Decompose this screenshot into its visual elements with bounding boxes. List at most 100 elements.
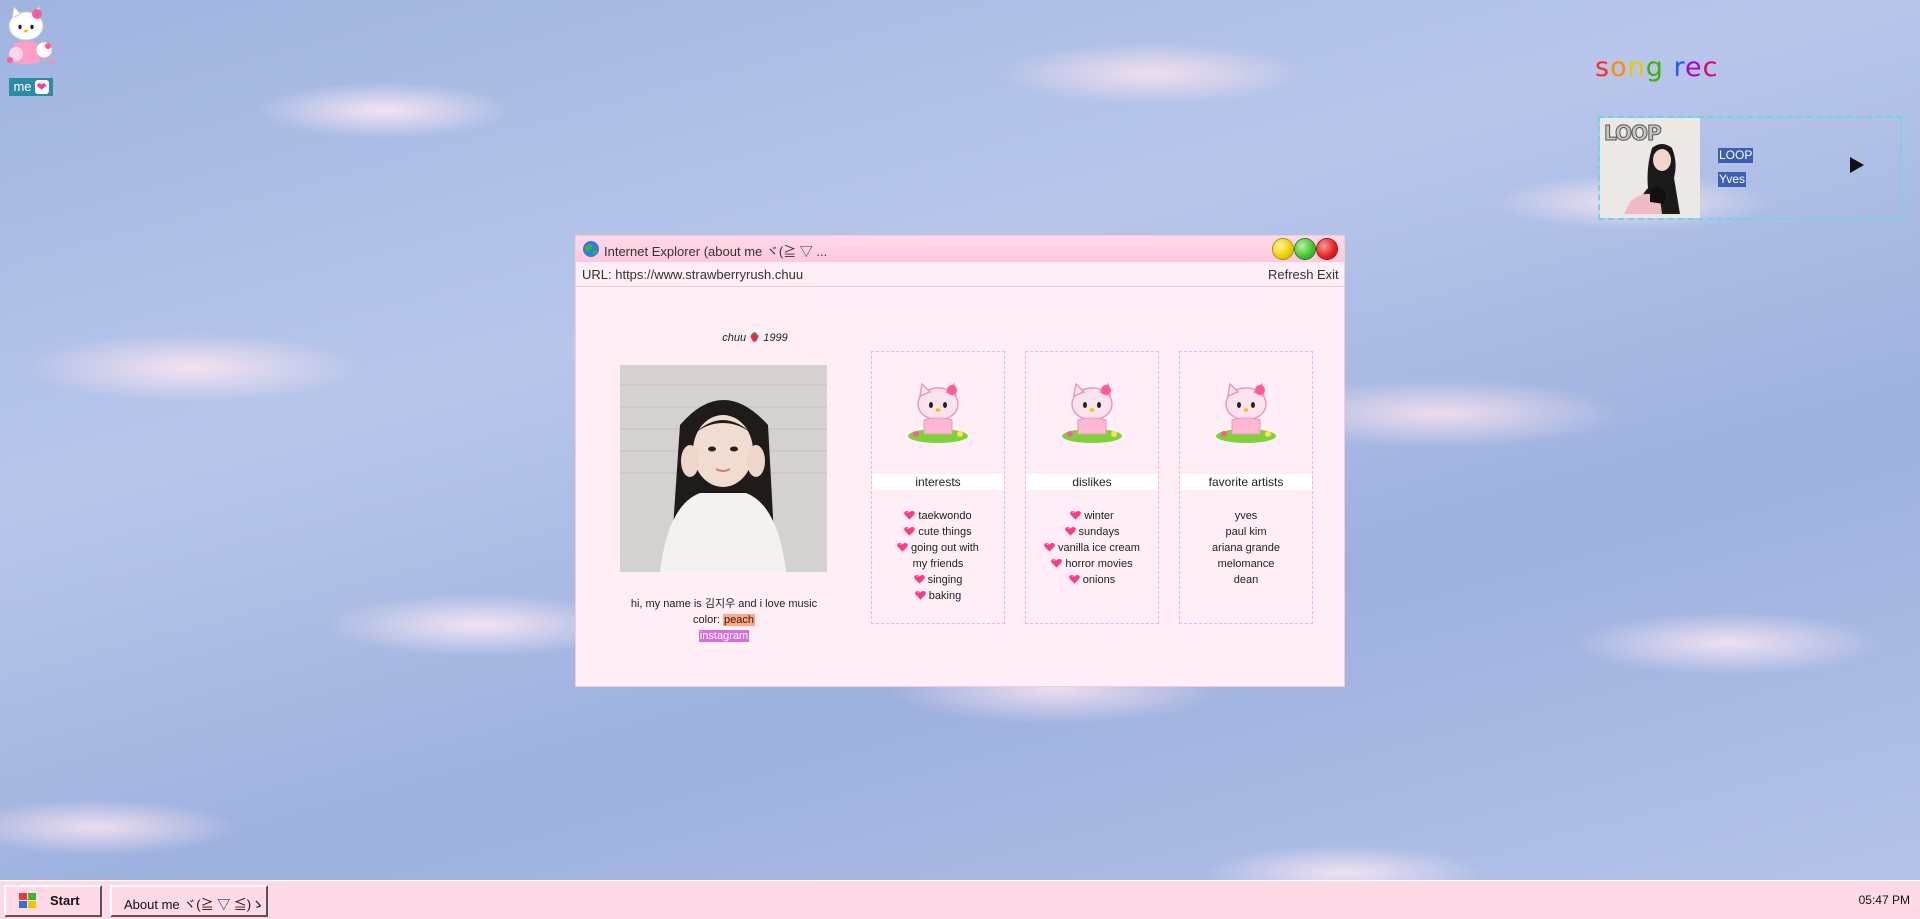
profile-name: chuu 1999 [690, 331, 820, 344]
taskbar: Start About me ヾ(≧ ▽ ≦)ゝ 05:47 PM [0, 880, 1920, 919]
list-item: sundays [1026, 524, 1158, 540]
song-rec-title-letter: r [1673, 52, 1685, 83]
list-item: horror movies [1026, 556, 1158, 572]
list-item-text: singing [927, 574, 963, 586]
color-value: peach [722, 614, 755, 626]
song-rec-title-letter: g [1645, 52, 1664, 83]
heart-icon [913, 574, 925, 584]
song-rec-title-letter: o [1610, 52, 1628, 83]
song-player: LOOP LOOP Yves [1598, 116, 1902, 220]
url-label: URL: https://www.strawberryrush.chuu [582, 267, 804, 282]
profile-name-text: chuu [722, 332, 747, 344]
favorite-artists-list: yves paul kim ariana grande melomance dean [1180, 508, 1312, 588]
url-bar: URL: https://www.strawberryrush.chuu Ref… [576, 262, 1344, 287]
list-item: yves [1180, 508, 1312, 524]
hello-kitty-icon [908, 382, 968, 443]
list-item-text: my friends [912, 558, 964, 570]
list-item-text: cute things [918, 526, 972, 538]
taskbar-item-label: About me ヾ(≧ ▽ ≦)ゝ [124, 897, 265, 912]
dislikes-card: dislikes winter sundays vanilla ice cream h… [1025, 351, 1159, 624]
windows-logo-icon [19, 893, 36, 908]
song-rec-title-letter: c [1702, 52, 1719, 83]
desktop-icon-label: me ❤ [9, 78, 53, 96]
favorite-color: color: peach [604, 612, 844, 628]
list-item-text: baking [928, 590, 962, 602]
heart-icon: ❤ [34, 80, 49, 94]
dislikes-list: winter sundays vanilla ice cream horror mov… [1026, 508, 1158, 588]
hello-kitty-icon [1216, 382, 1276, 443]
heart-icon [1064, 526, 1076, 536]
song-rec-title: song rec [1595, 52, 1718, 83]
list-item-text: sundays [1078, 526, 1120, 538]
profile-year: 1999 [763, 332, 788, 344]
heart-icon [1051, 558, 1063, 568]
profile-photo [620, 365, 827, 572]
list-item: ariana grande [1180, 540, 1312, 556]
song-rec-title-letter: s [1595, 52, 1611, 83]
list-item-text: yves [1234, 510, 1258, 522]
list-item: vanilla ice cream [1026, 540, 1158, 556]
list-item: going out with [872, 540, 1004, 556]
play-icon[interactable] [1846, 155, 1866, 175]
hello-kitty-icon [1062, 382, 1122, 443]
color-label: color: [693, 614, 723, 626]
list-item: baking [872, 588, 1004, 604]
list-item-text: onions [1082, 574, 1116, 586]
list-item-text: melomance [1217, 558, 1275, 570]
card-heading: favorite artists [1180, 474, 1312, 490]
maximize-button[interactable] [1295, 239, 1315, 259]
interests-list: taekwondo cute things going out with my fri… [872, 508, 1004, 604]
instagram-link[interactable]: instagram [698, 630, 750, 642]
song-name: LOOP [1718, 148, 1754, 163]
list-item-text: vanilla ice cream [1058, 542, 1140, 554]
strawberry-icon [750, 331, 759, 342]
heart-icon [1044, 542, 1055, 552]
internet-explorer-icon [583, 241, 599, 257]
list-item-text: dean [1233, 574, 1259, 586]
refresh-link[interactable]: Refresh [1268, 267, 1314, 282]
list-item: singing [872, 572, 1004, 588]
clock: 05:47 PM [1858, 893, 1910, 907]
heart-icon [914, 590, 926, 600]
heart-icon [904, 526, 916, 536]
profile-bio: hi, my name is 김지우 and i love music colo… [604, 596, 844, 644]
list-item-text: horror movies [1065, 558, 1133, 570]
list-item: onions [1026, 572, 1158, 588]
window-titlebar[interactable]: Internet Explorer (about me ヾ(≧ ▽ ... [576, 236, 1344, 262]
favorite-artists-card: favorite artists yves paul kim ariana gran… [1179, 351, 1313, 624]
list-item: taekwondo [872, 508, 1004, 524]
window-title: Internet Explorer (about me ヾ(≧ ▽ ... [604, 244, 828, 259]
heart-icon [904, 510, 916, 520]
list-item: cute things [872, 524, 1004, 540]
card-heading: interests [872, 474, 1004, 490]
song-artist: Yves [1718, 172, 1747, 187]
start-button[interactable]: Start [4, 885, 102, 917]
heart-icon [1068, 574, 1080, 584]
heart-icon [1070, 510, 1082, 520]
close-button[interactable] [1317, 239, 1337, 259]
card-heading: dislikes [1026, 474, 1158, 490]
hello-kitty-icon [7, 5, 55, 65]
exit-link[interactable]: Exit [1317, 267, 1339, 282]
start-label: Start [50, 893, 80, 908]
profile-photo-image [620, 365, 827, 572]
song-rec-title-letter: n [1627, 52, 1646, 83]
list-item-text: paul kim [1225, 526, 1267, 538]
album-cover: LOOP [1600, 118, 1700, 218]
list-item-text: going out with [911, 542, 979, 554]
list-item: dean [1180, 572, 1312, 588]
list-item: winter [1026, 508, 1158, 524]
list-item-text: taekwondo [918, 510, 972, 522]
song-rec-title-letter: e [1684, 52, 1703, 83]
bio-line: hi, my name is 김지우 and i love music [630, 598, 818, 610]
interests-card: interests taekwondo cute things going out … [871, 351, 1005, 624]
list-item: melomance [1180, 556, 1312, 572]
list-item: my friends [872, 556, 1004, 572]
about-me-window: Internet Explorer (about me ヾ(≧ ▽ ... UR… [576, 236, 1344, 686]
list-item: paul kim [1180, 524, 1312, 540]
taskbar-item-about-me[interactable]: About me ヾ(≧ ▽ ≦)ゝ [110, 885, 268, 917]
desktop-icon-me[interactable]: me ❤ [4, 4, 58, 96]
desktop-icon-label-text: me [13, 79, 32, 94]
minimize-button[interactable] [1273, 239, 1293, 259]
heart-icon [897, 542, 908, 552]
